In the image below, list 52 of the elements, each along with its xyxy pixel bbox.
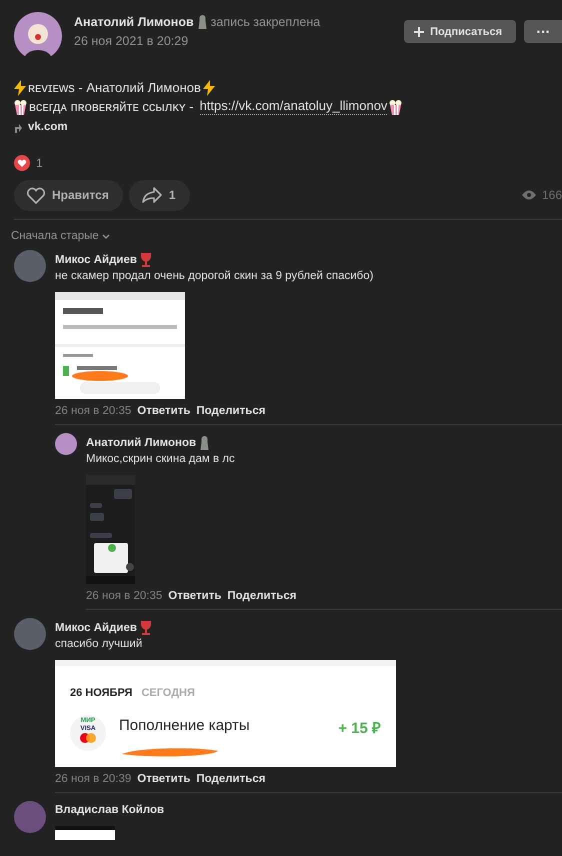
lightning-icon: [202, 80, 215, 96]
avatar[interactable]: [55, 433, 77, 455]
comment-text: Микос,скрин скина дам в лс: [86, 453, 236, 465]
reply-link[interactable]: Ответить: [137, 405, 190, 417]
eye-icon: [522, 190, 536, 200]
like-button[interactable]: Нравится: [14, 180, 123, 210]
heart-icon: [26, 186, 46, 204]
comment-time: 26 ноя в 20:35: [55, 405, 132, 417]
heart-reaction-icon: [14, 155, 30, 171]
comment-time: 26 ноя в 20:35: [86, 590, 162, 602]
share-button[interactable]: 1: [128, 180, 190, 210]
popcorn-icon: [389, 98, 402, 114]
figure-icon: [198, 15, 207, 29]
sort-dropdown[interactable]: Сначала старые: [11, 230, 110, 242]
popcorn-icon: [14, 98, 27, 114]
figure-icon: [200, 436, 210, 450]
receipt-date: 26 НОЯБРЯ: [70, 687, 132, 699]
share-icon: [140, 186, 163, 204]
warning-text: ʙсᴇгдᴀ пʀоʙᴇʀяйᴛᴇ ссылᴋʏ -: [29, 98, 194, 116]
comment-author[interactable]: Микос Айдиев: [55, 622, 137, 634]
chevron-down-icon: [102, 234, 110, 238]
reply-link[interactable]: Ответить: [168, 590, 222, 602]
link-arrow-icon: [14, 122, 22, 132]
share-link[interactable]: Поделиться: [227, 590, 296, 602]
share-link[interactable]: Поделиться: [196, 405, 266, 417]
comment-text: не скамер продал очень дорогой скин за 9 рублей спасибо): [55, 270, 374, 282]
mastercard-icon: [80, 733, 96, 743]
wine-glass-icon: [140, 621, 151, 635]
source-link[interactable]: vk.com: [28, 118, 68, 137]
post-title: ʀᴇᴠɪᴇᴡs - Анатолий Лимонов: [28, 79, 201, 97]
plus-icon: [414, 26, 424, 36]
wine-glass-icon: [140, 253, 151, 267]
receipt-title: Пополнение карты: [119, 717, 250, 734]
profile-link[interactable]: https://vk.com/anatoluy_llimonov: [200, 98, 388, 115]
subscribe-button[interactable]: Подписаться: [404, 20, 516, 43]
lightning-icon: [14, 80, 26, 96]
share-link[interactable]: Поделиться: [196, 773, 266, 785]
receipt-amount: + 15 ₽: [338, 719, 381, 737]
receipt-day: СЕГОДНЯ: [141, 687, 195, 699]
post-date[interactable]: 26 ноя 2021 в 20:29: [74, 34, 404, 48]
author-name[interactable]: Анатолий Лимонов: [74, 15, 194, 29]
comment-text: спасибо лучший: [55, 638, 144, 650]
comment-time: 26 ноя в 20:39: [55, 773, 132, 785]
reaction-count: 1: [36, 156, 43, 170]
comment-author[interactable]: Анатолий Лимонов: [86, 437, 196, 449]
view-count: 166: [542, 188, 562, 202]
pinned-note: запись закреплена: [210, 15, 320, 29]
comment-author[interactable]: Микос Айдиев: [55, 254, 137, 266]
comment-author[interactable]: Владислав Койлов: [55, 804, 164, 816]
reply-link[interactable]: Ответить: [137, 773, 190, 785]
more-button[interactable]: ···: [524, 20, 562, 43]
avatar[interactable]: [14, 12, 62, 60]
